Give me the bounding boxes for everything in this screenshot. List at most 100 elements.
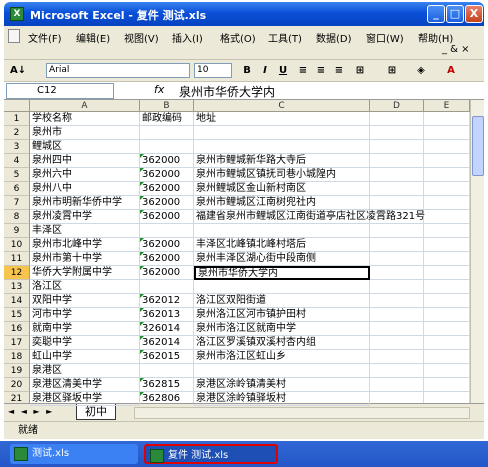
cell-e[interactable]: [424, 210, 470, 224]
cell-c[interactable]: 泉州市鲤城区镇抚司巷小城隍内: [194, 168, 370, 182]
cell-c[interactable]: 泉港区涂岭镇驿坂村: [194, 392, 370, 406]
insert-function-icon[interactable]: fx: [154, 83, 164, 96]
cell-d[interactable]: [370, 308, 424, 322]
cell-e[interactable]: [424, 350, 470, 364]
cell-e[interactable]: [424, 112, 470, 126]
menu-file[interactable]: 文件(F): [28, 30, 62, 45]
minimize-button[interactable]: _: [427, 5, 445, 23]
cell-d[interactable]: [370, 154, 424, 168]
row-header[interactable]: 10: [4, 238, 30, 252]
cell-b[interactable]: 362000: [140, 154, 194, 168]
cell-c[interactable]: 福建省泉州市鲤城区江南街道亭店社区凌霄路321号: [194, 210, 425, 224]
taskbar-item-active[interactable]: 复件 测试.xls: [144, 444, 278, 464]
cell-c[interactable]: [194, 224, 370, 238]
cell-c[interactable]: 洛江区双阳街道: [194, 294, 370, 308]
cell-a[interactable]: 泉州市: [30, 126, 140, 140]
cell-a[interactable]: 泉州八中: [30, 182, 140, 196]
cell-c[interactable]: 泉州洛江区河市镇护田村: [194, 308, 370, 322]
menu-view[interactable]: 视图(V): [124, 30, 159, 45]
cell-a[interactable]: 泉港区: [30, 364, 140, 378]
cell-c[interactable]: [194, 364, 370, 378]
maximize-button[interactable]: □: [446, 5, 464, 23]
italic-button[interactable]: I: [258, 63, 272, 78]
font-name-select[interactable]: Arial: [46, 63, 190, 78]
align-right-icon[interactable]: ≡: [332, 63, 346, 78]
cell-b[interactable]: 362014: [140, 336, 194, 350]
cell-d[interactable]: [370, 378, 424, 392]
cell-d[interactable]: [370, 252, 424, 266]
cell-c[interactable]: 泉州市洛江区虹山乡: [194, 350, 370, 364]
row-header[interactable]: 17: [4, 336, 30, 350]
cell-e[interactable]: [424, 336, 470, 350]
vertical-scrollbar[interactable]: [470, 100, 484, 403]
name-box[interactable]: C12: [6, 83, 114, 99]
font-size-select[interactable]: 10: [194, 63, 232, 78]
cell-b[interactable]: [140, 140, 194, 154]
cell-e[interactable]: [424, 378, 470, 392]
cell-b[interactable]: [140, 280, 194, 294]
sort-ascending-icon[interactable]: A↓: [10, 63, 26, 78]
cell-c[interactable]: 泉港区涂岭镇清美村: [194, 378, 370, 392]
cell-a[interactable]: 丰泽区: [30, 224, 140, 238]
cell-e[interactable]: [424, 266, 470, 280]
row-header[interactable]: 18: [4, 350, 30, 364]
row-header[interactable]: 7: [4, 196, 30, 210]
cell-b[interactable]: 362815: [140, 378, 194, 392]
cell-a[interactable]: 泉州市北峰中学: [30, 238, 140, 252]
sheet-nav-arrows-icon[interactable]: ◄ ◄ ► ►: [8, 407, 54, 416]
cell-a[interactable]: 泉港区清美中学: [30, 378, 140, 392]
cell-d[interactable]: [370, 336, 424, 350]
cell-b[interactable]: 362000: [140, 168, 194, 182]
menu-insert[interactable]: 插入(I): [172, 30, 203, 45]
cell-b[interactable]: 邮政编码: [140, 112, 194, 126]
cell-c[interactable]: 泉州市洛江区就南中学: [194, 322, 370, 336]
cell-d[interactable]: [370, 168, 424, 182]
row-header[interactable]: 20: [4, 378, 30, 392]
menu-tools[interactable]: 工具(T): [268, 30, 302, 45]
cell-d[interactable]: [370, 280, 424, 294]
row-header[interactable]: 15: [4, 308, 30, 322]
borders-icon[interactable]: ⊞: [382, 63, 402, 78]
sheet-tab-active[interactable]: 初中: [76, 404, 116, 420]
cell-c[interactable]: [194, 140, 370, 154]
cell-c[interactable]: 泉州市鲤城新华路大寺后: [194, 154, 370, 168]
align-left-icon[interactable]: ≡: [296, 63, 310, 78]
cell-d[interactable]: [370, 126, 424, 140]
cell-d[interactable]: [370, 350, 424, 364]
cell-a[interactable]: 洛江区: [30, 280, 140, 294]
cell-d[interactable]: [370, 322, 424, 336]
cell-e[interactable]: [424, 238, 470, 252]
row-header[interactable]: 8: [4, 210, 30, 224]
cell-d[interactable]: [370, 112, 424, 126]
column-header-d[interactable]: D: [370, 100, 424, 112]
cell-a[interactable]: 就南中学: [30, 322, 140, 336]
cell-b[interactable]: 362013: [140, 308, 194, 322]
cell-b[interactable]: 362000: [140, 266, 194, 280]
cell-b[interactable]: [140, 224, 194, 238]
close-button[interactable]: X: [465, 5, 483, 23]
cell-a[interactable]: 泉港区驿坂中学: [30, 392, 140, 406]
menu-help[interactable]: 帮助(H): [418, 30, 453, 45]
row-header[interactable]: 16: [4, 322, 30, 336]
row-header[interactable]: 9: [4, 224, 30, 238]
cell-a[interactable]: 虹山中学: [30, 350, 140, 364]
row-header[interactable]: 4: [4, 154, 30, 168]
cell-e[interactable]: [424, 168, 470, 182]
cell-d[interactable]: [370, 182, 424, 196]
row-header[interactable]: 5: [4, 168, 30, 182]
menu-data[interactable]: 数据(D): [316, 30, 352, 45]
menu-edit[interactable]: 编辑(E): [76, 30, 110, 45]
cell-c[interactable]: 洛江区罗溪镇双溪村杏内组: [194, 336, 370, 350]
font-color-icon[interactable]: A: [444, 63, 458, 78]
row-header[interactable]: 19: [4, 364, 30, 378]
cell-d[interactable]: [370, 364, 424, 378]
cell-a[interactable]: 鲤城区: [30, 140, 140, 154]
document-window-controls[interactable]: _ & ×: [442, 44, 470, 55]
cell-c[interactable]: 泉州市鲤城区江南树兜社内: [194, 196, 370, 210]
row-header[interactable]: 3: [4, 140, 30, 154]
cell-b[interactable]: 362000: [140, 238, 194, 252]
cell-a[interactable]: 双阳中学: [30, 294, 140, 308]
cell-a[interactable]: 学校名称: [30, 112, 140, 126]
cell-b[interactable]: [140, 364, 194, 378]
row-header[interactable]: 6: [4, 182, 30, 196]
